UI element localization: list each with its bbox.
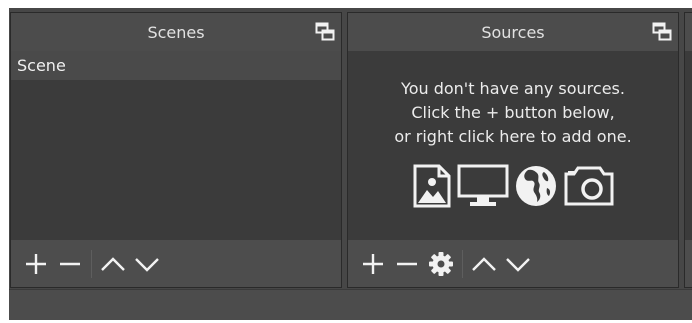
add-scene-button[interactable] [19, 247, 53, 281]
sources-dock: Sources You don't have any sources. Clic… [347, 12, 679, 288]
sources-toolbar [348, 240, 678, 287]
undock-icon[interactable] [652, 22, 672, 42]
settings-gear-icon [429, 251, 453, 276]
add-icon [26, 253, 46, 274]
scene-list-item[interactable]: Scene [11, 51, 341, 80]
scenes-dock-title: Scenes [147, 22, 205, 42]
next-dock-toolbar [685, 240, 692, 287]
sources-list[interactable]: You don't have any sources. Click the + … [348, 51, 678, 240]
empty-message-line: Click the + button below, [411, 103, 615, 122]
undock-icon[interactable] [315, 22, 335, 42]
remove-icon [60, 262, 80, 265]
sources-dock-header: Sources [348, 13, 678, 51]
status-strip [9, 289, 692, 320]
toolbar-separator [462, 249, 463, 278]
camera-icon [564, 166, 613, 206]
toolbar-separator [91, 249, 92, 278]
scenes-dock: Scenes Scene [10, 12, 342, 288]
remove-icon [397, 262, 417, 265]
image-icon [413, 164, 450, 208]
globe-icon [515, 166, 556, 206]
empty-message-line: You don't have any sources. [401, 79, 625, 98]
sources-empty-message: You don't have any sources. Click the + … [348, 77, 678, 149]
source-properties-button[interactable] [424, 247, 458, 281]
scenes-list[interactable]: Scene [11, 51, 341, 240]
move-up-icon [472, 256, 496, 271]
remove-source-button[interactable] [390, 247, 424, 281]
empty-message-line: or right click here to add one. [394, 127, 632, 146]
move-source-down-button[interactable] [501, 247, 535, 281]
remove-scene-button[interactable] [53, 247, 87, 281]
move-down-icon [135, 257, 159, 272]
move-down-icon [506, 257, 530, 272]
next-dock-header [685, 13, 692, 51]
move-scene-down-button[interactable] [130, 247, 164, 281]
move-scene-up-button[interactable] [96, 247, 130, 281]
move-up-icon [101, 256, 125, 271]
scenes-dock-header: Scenes [11, 13, 341, 51]
scenes-toolbar [11, 240, 341, 287]
display-icon [457, 164, 508, 206]
move-source-up-button[interactable] [467, 247, 501, 281]
add-icon [363, 253, 383, 274]
add-source-button[interactable] [356, 247, 390, 281]
next-dock-edge [684, 12, 692, 288]
source-type-icons [348, 164, 678, 208]
sources-dock-title: Sources [481, 22, 545, 42]
